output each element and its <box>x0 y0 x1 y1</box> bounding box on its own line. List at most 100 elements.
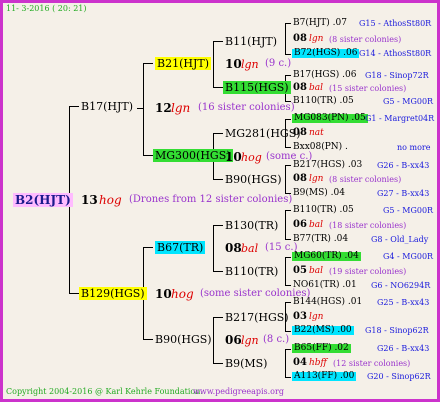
gen4-queen: A113(FF) .00 <box>292 371 357 381</box>
gen3-queen: B217(HGS) <box>225 311 289 324</box>
gen3-queen: B9(MS) <box>225 357 268 370</box>
date-header: 11- 3-2016 ( 20: 21) <box>6 4 87 13</box>
connector <box>213 271 223 272</box>
gen4-mating-number: 03 <box>293 311 307 322</box>
connector <box>285 23 286 54</box>
connector <box>285 75 291 76</box>
gen4-code: G20 - Sinop62R <box>367 372 431 381</box>
connector <box>285 257 286 285</box>
gen4-mating-number: 08 <box>293 82 307 93</box>
gen1-mating-number: 12 <box>155 101 172 115</box>
gen4-mating-mark: lgn <box>309 174 324 184</box>
gen2-mating-mark: lgn <box>241 58 259 71</box>
connector <box>285 210 286 239</box>
gen2-mating-mark: hog <box>241 151 262 164</box>
gen2-mating-mark: bal <box>241 242 259 255</box>
connector <box>285 165 291 166</box>
gen3-queen: B110(TR) <box>225 265 279 278</box>
gen1-note: (16 sister colonies) <box>198 102 295 113</box>
connector <box>143 155 153 156</box>
connector <box>69 106 79 107</box>
gen2-note: (9 c.) <box>265 58 292 69</box>
website-link[interactable]: www.pedigreeapis.org <box>193 388 284 396</box>
connector <box>285 377 291 378</box>
root-queen: B2(HJT) <box>13 193 73 207</box>
gen4-queen: NO61(TR) .01 <box>293 280 357 290</box>
gen3-queen: MG281(HGS) <box>225 127 301 140</box>
connector <box>285 119 291 120</box>
root-mating-mark: hog <box>99 193 122 207</box>
gen2-mating-number: 06 <box>225 333 242 347</box>
connector <box>143 63 144 156</box>
gen4-code: G5 - MG00R <box>383 206 434 215</box>
connector <box>213 87 223 88</box>
gen3-queen: B130(TR) <box>225 219 279 232</box>
gen2-queen: B67(TR) <box>155 241 206 254</box>
gen2-mating-number: 08 <box>225 241 242 255</box>
gen4-mating-number: 04 <box>293 357 307 368</box>
gen2-mating-number: 10 <box>225 150 242 164</box>
gen4-code: no more <box>397 143 431 152</box>
root-note: (Drones from 12 sister colonies) <box>129 194 293 205</box>
gen4-queen: B17(HGS) .06 <box>293 70 357 80</box>
gen4-mating-mark: bal <box>309 266 324 276</box>
connector <box>285 165 286 193</box>
gen4-queen: MG60(TR) .04 <box>292 251 361 261</box>
gen2-queen: MG300(HGS) <box>153 149 233 162</box>
gen4-note: (8 sister colonies) <box>329 35 402 44</box>
gen4-queen: B110(TR) .05 <box>293 205 354 215</box>
gen4-queen: B65(FF) .02 <box>292 343 351 353</box>
gen4-queen: B110(TR) .05 <box>293 96 354 106</box>
gen4-code: G5 - MG00R <box>383 97 434 106</box>
connector <box>285 302 291 303</box>
gen2-queen: B90(HGS) <box>155 333 212 346</box>
gen4-mating-mark: bal <box>309 83 324 93</box>
gen4-code: G8 - Old_Lady <box>371 235 429 244</box>
connector <box>285 210 291 211</box>
gen4-code: G6 - NO6294R <box>371 281 431 290</box>
connector <box>143 339 153 340</box>
gen4-mating-number: 05 <box>293 265 307 276</box>
connector <box>213 317 223 318</box>
gen4-queen: B7(HJT) .07 <box>293 18 347 28</box>
gen4-mating-number: 08 <box>293 173 307 184</box>
connector <box>137 108 144 109</box>
gen4-code: G27 - B-xx43 <box>377 189 430 198</box>
connector <box>285 23 291 24</box>
gen4-queen: B217(HGS) .03 <box>293 160 363 170</box>
gen4-mating-number: 08 <box>293 33 307 44</box>
gen4-note: (19 sister colonies) <box>329 267 407 276</box>
gen4-mating-number: 08 <box>293 127 307 138</box>
gen4-queen: MG083(PN) .05 <box>292 113 368 123</box>
gen4-queen: B77(TR) .04 <box>293 234 349 244</box>
gen3-queen: B115(HGS) <box>223 81 291 94</box>
gen4-code: G1 - Margret04R <box>365 114 435 123</box>
gen1-mating-mark: lgn <box>171 101 191 115</box>
connector <box>213 133 223 134</box>
gen4-mating-mark: lgn <box>309 312 324 322</box>
connector <box>143 63 153 64</box>
gen4-code: G18 - Sinop72R <box>365 71 429 80</box>
connector <box>285 285 291 286</box>
gen3-queen: B11(HJT) <box>225 35 278 48</box>
connector <box>285 54 291 55</box>
gen1-mating-mark: hog <box>171 287 194 301</box>
gen4-code: G25 - B-xx43 <box>377 298 430 307</box>
gen3-queen: B90(HGS) <box>225 173 282 186</box>
connector <box>213 41 214 87</box>
copyright-text: Copyright 2004-2016 @ Karl Kehrle Founda… <box>6 387 203 396</box>
gen4-queen: B22(MS) .00 <box>292 325 354 335</box>
connector <box>213 179 223 180</box>
gen4-code: G15 - AthosSt80R <box>359 19 432 28</box>
gen4-mating-mark: lgn <box>309 34 324 44</box>
pedigree-frame: 11- 3-2016 ( 20: 21) B2(HJT) 13 hog (Dro… <box>0 0 440 402</box>
connector <box>285 349 286 377</box>
connector <box>285 257 291 258</box>
gen4-code: G26 - B-xx43 <box>377 161 430 170</box>
connector <box>213 225 223 226</box>
gen4-note: (15 sister colonies) <box>329 84 407 93</box>
gen4-code: G14 - AthosSt80R <box>359 49 432 58</box>
gen1-queen: B129(HGS) <box>79 287 147 300</box>
gen4-note: (18 sister colonies) <box>329 221 407 230</box>
gen4-mating-mark: hbff <box>309 358 327 368</box>
